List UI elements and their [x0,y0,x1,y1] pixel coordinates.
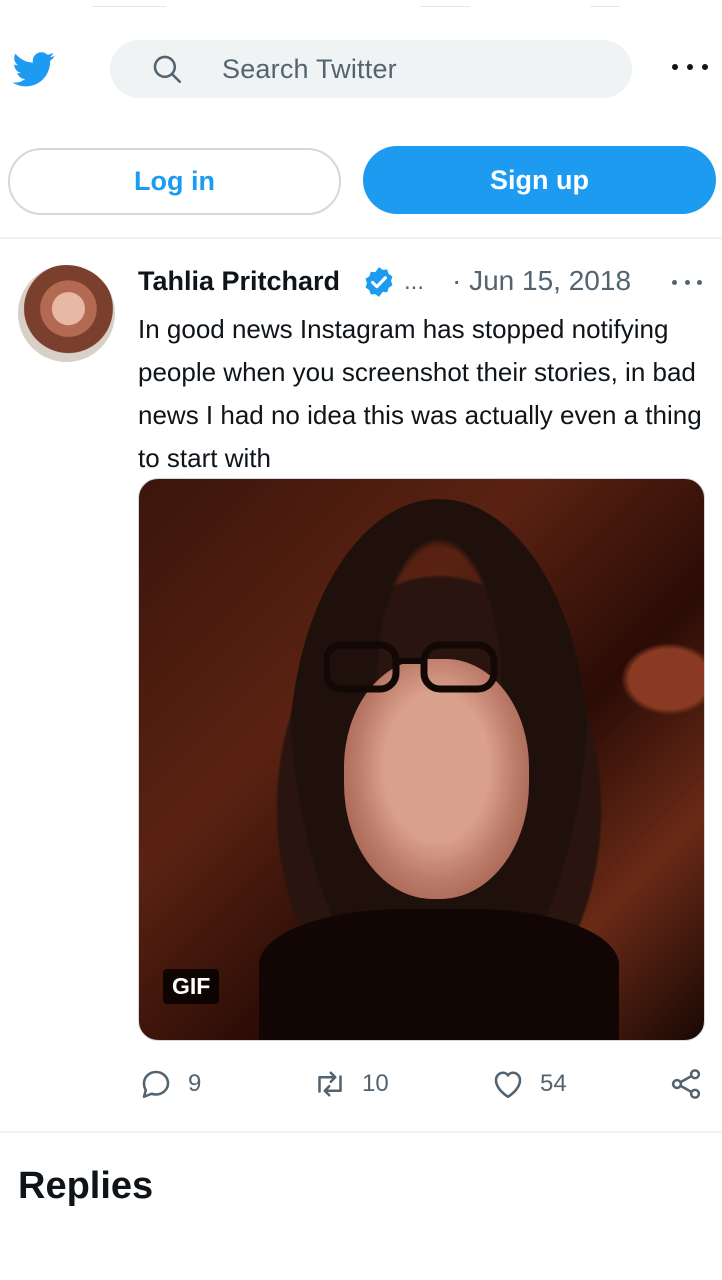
reply-button[interactable]: 9 [138,1066,201,1102]
divider [0,237,722,239]
search-input[interactable]: Search Twitter [110,40,632,98]
handle-truncated[interactable]: ... [404,268,424,296]
gif-clothing-shape [259,909,619,1040]
verified-badge-icon [365,267,393,297]
more-horizontal-icon[interactable] [672,54,708,80]
replies-heading: Replies [18,1165,154,1207]
tweet-gif-media[interactable]: GIF [138,478,705,1041]
heart-icon [494,1071,522,1099]
search-icon [153,55,182,84]
retweet-button[interactable]: 10 [312,1066,389,1102]
author-name[interactable]: Tahlia Pritchard [138,266,340,297]
status-bar-line [0,0,722,12]
retweet-count: 10 [362,1070,389,1097]
reply-count: 9 [188,1070,202,1097]
divider [0,1131,722,1133]
gif-badge: GIF [163,969,220,1004]
like-button[interactable]: 54 [490,1066,567,1102]
search-placeholder: Search Twitter [222,54,397,84]
gif-face-shape [344,659,529,899]
tweet-text: In good news Instagram has stopped notif… [138,314,702,473]
signup-button[interactable]: Sign up [363,146,716,214]
tweet-more-icon[interactable] [672,272,702,292]
like-count: 54 [540,1070,567,1097]
twitter-bird-icon[interactable] [10,48,58,90]
share-icon [671,1069,701,1099]
reply-icon [142,1070,170,1099]
gif-glasses-shape [324,641,498,693]
retweet-icon [318,1071,342,1097]
share-button[interactable] [668,1066,704,1102]
avatar[interactable] [18,265,115,362]
tweet-date[interactable]: · Jun 15, 2018 [452,265,631,297]
login-button[interactable]: Log in [8,148,341,215]
